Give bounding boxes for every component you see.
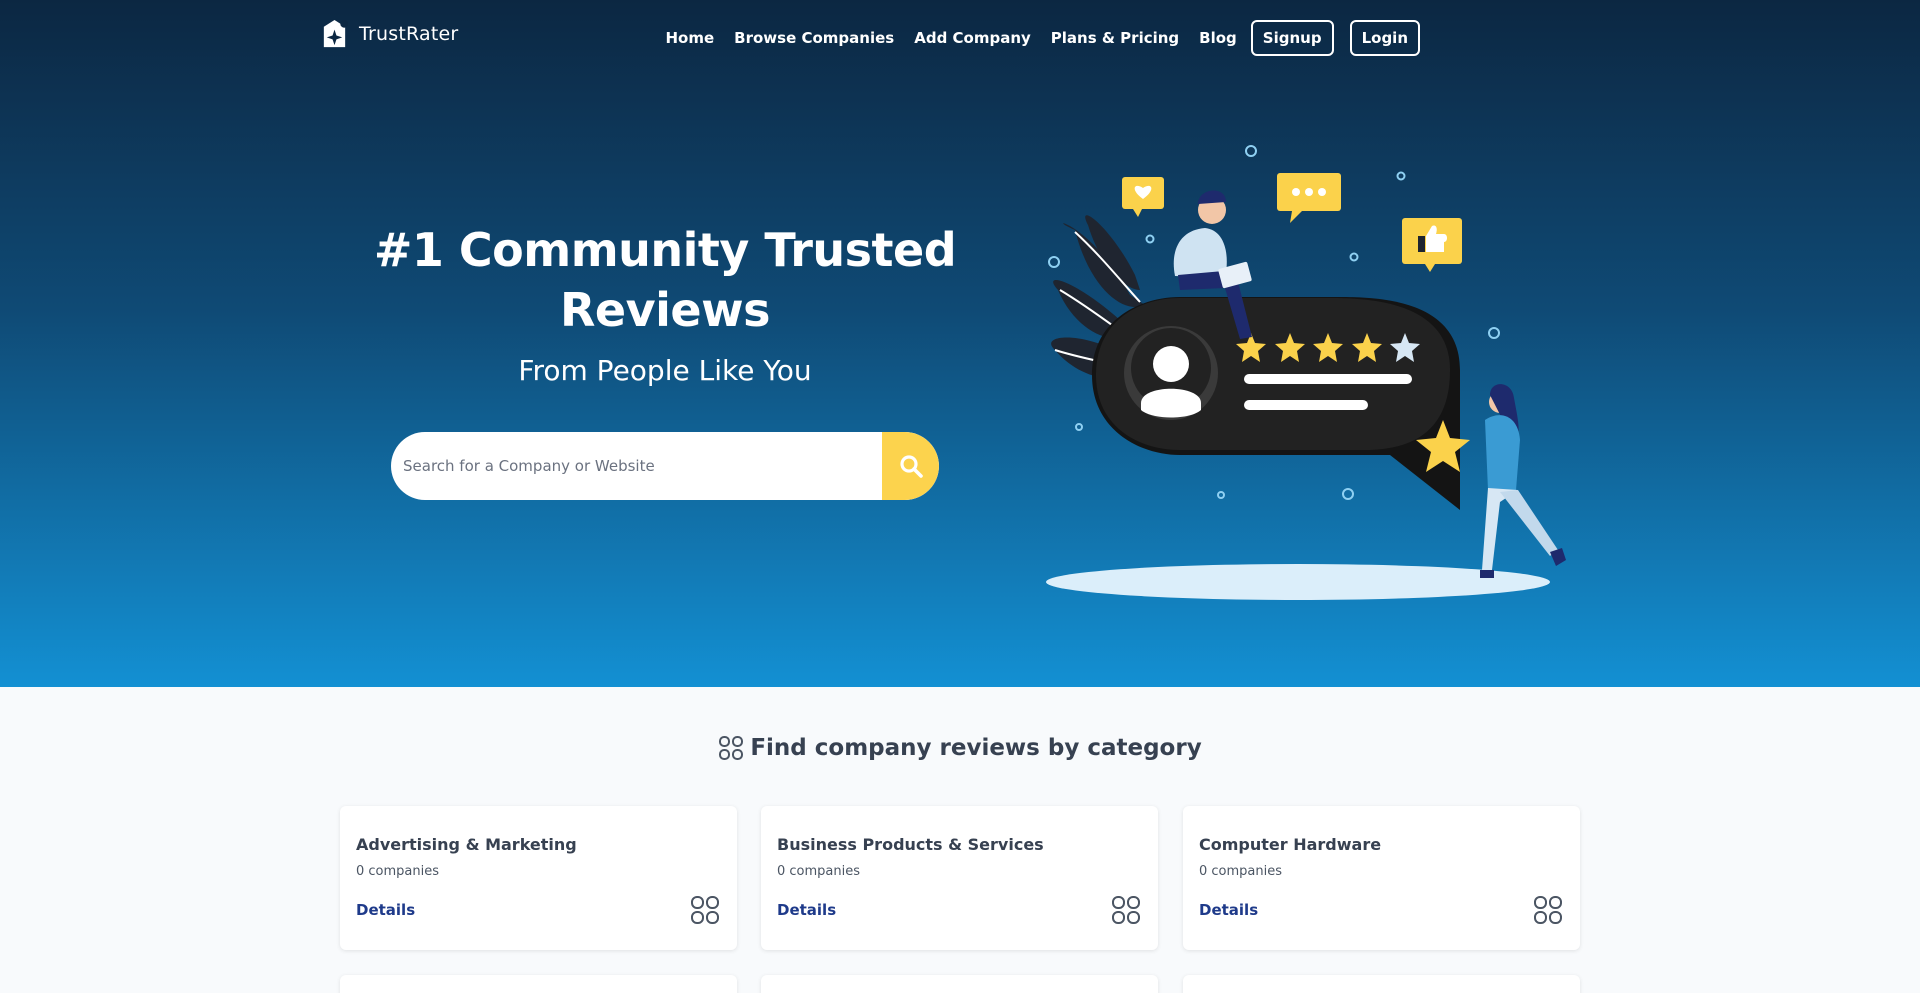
brand-name: TrustRater (359, 22, 459, 45)
category-heading-text: Find company reviews by category (750, 735, 1202, 761)
logo-mark-icon (323, 19, 349, 48)
category-details-link[interactable]: Details (356, 901, 415, 919)
category-card[interactable]: Business Products & Services 0 companies… (761, 806, 1158, 950)
grid-icon (719, 736, 744, 760)
nav-links: Home Browse Companies Add Company Plans … (666, 20, 1420, 56)
category-details-link[interactable]: Details (777, 901, 836, 919)
search-button[interactable] (882, 432, 939, 500)
category-card[interactable]: Computer Hardware 0 companies Details (1183, 806, 1580, 950)
grid-icon (691, 896, 719, 924)
thumb-bubble (1402, 218, 1462, 272)
nav-browse-companies[interactable]: Browse Companies (734, 29, 894, 47)
search-input[interactable] (391, 432, 882, 500)
category-card-title: Computer Hardware (1199, 835, 1382, 854)
top-nav: TrustRater Home Browse Companies Add Com… (0, 0, 1920, 74)
floor-shadow (1046, 564, 1550, 600)
heart-bubble (1122, 177, 1164, 217)
hero-section: TrustRater Home Browse Companies Add Com… (0, 0, 1920, 687)
nav-add-company[interactable]: Add Company (914, 29, 1031, 47)
login-button[interactable]: Login (1349, 20, 1420, 56)
hero-title: #1 Community Trusted Reviews (330, 220, 1000, 340)
grid-icon (1534, 896, 1562, 924)
hero-title-line2: Reviews (560, 283, 770, 337)
category-card-count: 0 companies (1199, 864, 1283, 879)
category-card-count: 0 companies (356, 864, 440, 879)
review-bubble (1092, 297, 1460, 510)
category-card-partial[interactable] (340, 975, 737, 993)
category-card[interactable]: Advertising & Marketing 0 companies Deta… (340, 806, 737, 950)
hero-illustration (1046, 145, 1566, 600)
category-card-partial[interactable] (1183, 975, 1580, 993)
signup-button[interactable]: Signup (1250, 20, 1334, 56)
nav-plans-pricing[interactable]: Plans & Pricing (1051, 29, 1179, 47)
search-bar (391, 432, 939, 500)
category-card-partial[interactable] (761, 975, 1158, 993)
nav-blog[interactable]: Blog (1199, 29, 1237, 47)
category-card-count: 0 companies (777, 864, 861, 879)
brand-logo[interactable]: TrustRater (319, 18, 458, 49)
hero-title-line1: #1 Community Trusted (373, 223, 957, 277)
category-heading: Find company reviews by category (0, 735, 1920, 761)
dots-bubble (1277, 173, 1341, 223)
category-details-link[interactable]: Details (1199, 901, 1258, 919)
category-card-title: Business Products & Services (777, 835, 1044, 854)
category-card-title: Advertising & Marketing (356, 835, 577, 854)
grid-icon (1112, 896, 1140, 924)
hero-subtitle: From People Like You (518, 354, 812, 387)
search-icon (899, 455, 923, 478)
nav-home[interactable]: Home (666, 29, 715, 47)
